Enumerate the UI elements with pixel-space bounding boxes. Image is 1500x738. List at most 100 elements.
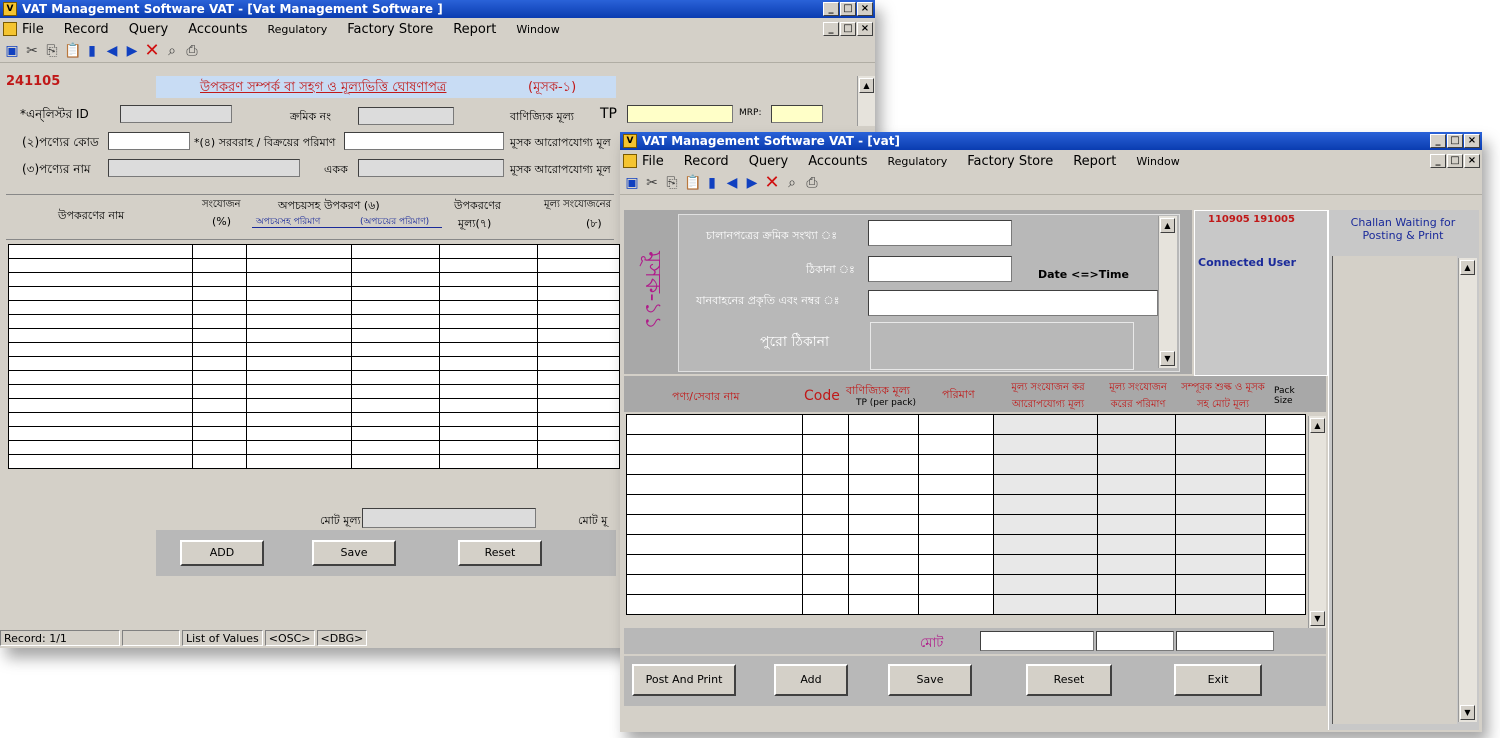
table-row[interactable] [8,398,620,413]
previous-arrow-icon[interactable]: ◀ [104,43,120,59]
mrp-input[interactable] [771,105,823,123]
minimize-button[interactable]: _ [1430,134,1446,148]
search-icon[interactable]: ⌕ [164,43,180,59]
doc-close-button[interactable]: × [1464,154,1480,168]
add-button[interactable]: ADD [180,540,264,566]
save-icon[interactable]: ▣ [624,175,640,191]
copy-icon[interactable]: ⎘ [44,43,60,59]
menu-regulatory[interactable]: Regulatory [887,155,947,168]
next-arrow-icon[interactable]: ▶ [124,43,140,59]
exit-button[interactable]: Exit [1174,664,1262,696]
table-row[interactable] [8,440,620,455]
doc-maximize-button[interactable]: □ [1447,154,1463,168]
table-row[interactable] [626,454,1306,475]
table-row[interactable] [8,328,620,343]
table-row[interactable] [8,412,620,427]
serial-no-input[interactable] [358,107,454,125]
menu-query[interactable]: Query [129,22,169,37]
table-row[interactable] [626,434,1306,455]
table-row[interactable] [8,314,620,329]
exit-door-icon[interactable]: ▮ [84,43,100,59]
table-row[interactable] [626,414,1306,435]
copy-icon[interactable]: ⎘ [664,175,680,191]
doc-maximize-button[interactable]: □ [840,22,856,36]
scroll-up-arrow-icon[interactable]: ▲ [1460,260,1475,275]
menu-file[interactable]: File [22,22,44,37]
post-and-print-button[interactable]: Post And Print [632,664,736,696]
scroll-up-arrow-icon[interactable]: ▲ [859,78,874,93]
previous-arrow-icon[interactable]: ◀ [724,175,740,191]
table-row[interactable] [8,454,620,469]
table-row[interactable] [8,286,620,301]
product-name-input[interactable] [108,159,300,177]
maximize-button[interactable]: □ [840,2,856,16]
table-row[interactable] [626,574,1306,595]
table-row[interactable] [626,474,1306,495]
close-button[interactable]: × [1464,134,1480,148]
menu-window[interactable]: Window [516,23,559,36]
challan-no-input[interactable] [868,220,1012,246]
table-row[interactable] [8,244,620,259]
window1-scrollbar[interactable]: ▲ [857,76,875,126]
table-row[interactable] [8,300,620,315]
menu-report[interactable]: Report [453,22,496,37]
doc-minimize-button[interactable]: _ [823,22,839,36]
table-row[interactable] [8,356,620,371]
search-icon[interactable]: ⌕ [784,175,800,191]
print-icon[interactable]: ⎙ [184,43,200,59]
menu-query[interactable]: Query [749,154,789,169]
table-row[interactable] [8,272,620,287]
table-row[interactable] [626,514,1306,535]
address-input[interactable] [868,256,1012,282]
minimize-button[interactable]: _ [823,2,839,16]
menu-factory-store[interactable]: Factory Store [967,154,1053,169]
scroll-down-arrow-icon[interactable]: ▼ [1310,611,1325,626]
save-button[interactable]: Save [312,540,396,566]
tp-input[interactable] [627,105,733,123]
doc-close-button[interactable]: × [857,22,873,36]
close-button[interactable]: × [857,2,873,16]
exit-door-icon[interactable]: ▮ [704,175,720,191]
maximize-button[interactable]: □ [1447,134,1463,148]
table-row[interactable] [8,258,620,273]
menu-accounts[interactable]: Accounts [808,154,867,169]
table-row[interactable] [8,370,620,385]
table-row[interactable] [8,384,620,399]
supply-qty-input[interactable] [344,132,504,150]
materials-grid[interactable] [8,244,620,469]
menu-window[interactable]: Window [1136,155,1179,168]
items-grid[interactable] [626,414,1306,615]
table-row[interactable] [626,494,1306,515]
menu-report[interactable]: Report [1073,154,1116,169]
challan-waiting-list[interactable] [1332,256,1457,724]
full-address-box[interactable] [870,322,1134,370]
save-icon[interactable]: ▣ [4,43,20,59]
reset-button[interactable]: Reset [1026,664,1112,696]
unit-input[interactable] [358,159,504,177]
table-row[interactable] [8,426,620,441]
product-code-input[interactable] [108,132,190,150]
save-button[interactable]: Save [888,664,972,696]
cut-icon[interactable]: ✂ [24,43,40,59]
waiting-list-scrollbar[interactable]: ▲ ▼ [1458,258,1477,722]
menu-record[interactable]: Record [684,154,729,169]
menu-record[interactable]: Record [64,22,109,37]
scroll-up-arrow-icon[interactable]: ▲ [1310,418,1325,433]
table-row[interactable] [8,342,620,357]
next-arrow-icon[interactable]: ▶ [744,175,760,191]
paste-icon[interactable]: 📋 [64,43,81,59]
header-scrollbar[interactable]: ▲ ▼ [1158,216,1177,368]
scroll-down-arrow-icon[interactable]: ▼ [1460,705,1475,720]
delete-x-icon[interactable]: ✕ [764,174,780,192]
doc-minimize-button[interactable]: _ [1430,154,1446,168]
table-row[interactable] [626,594,1306,615]
menu-regulatory[interactable]: Regulatory [267,23,327,36]
print-icon[interactable]: ⎙ [804,175,820,191]
items-grid-scrollbar[interactable]: ▲ ▼ [1308,416,1326,628]
reset-button[interactable]: Reset [458,540,542,566]
menu-file[interactable]: File [642,154,664,169]
delete-x-icon[interactable]: ✕ [144,42,160,60]
paste-icon[interactable]: 📋 [684,175,701,191]
table-row[interactable] [626,554,1306,575]
vehicle-input[interactable] [868,290,1158,316]
